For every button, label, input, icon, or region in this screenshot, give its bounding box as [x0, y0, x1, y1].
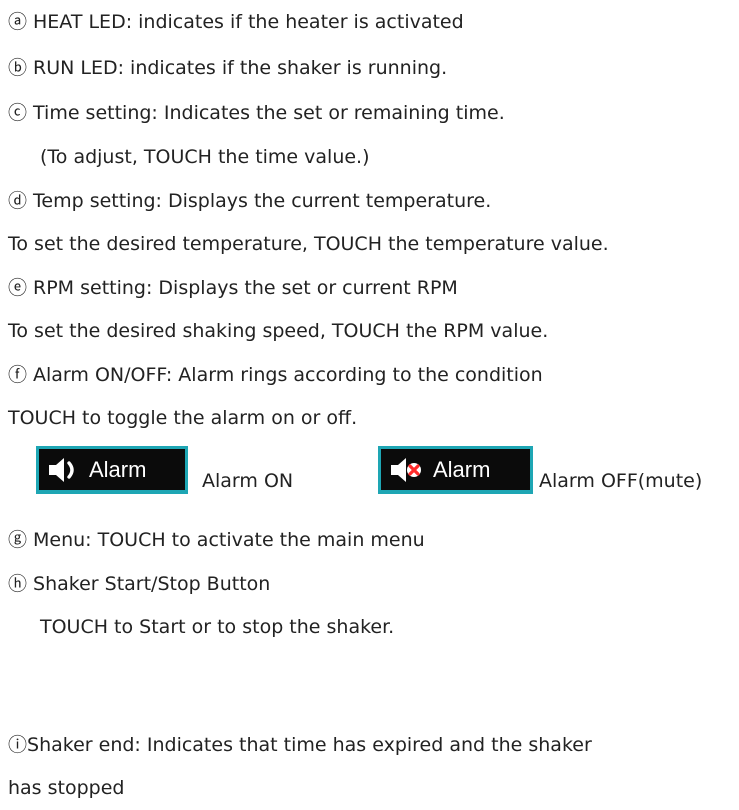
item-alarm: ⓕ Alarm ON/OFF: Alarm rings according to …: [8, 363, 543, 387]
item-text: has stopped: [8, 777, 125, 799]
item-alarm-note: TOUCH to toggle the alarm on or off.: [8, 406, 357, 430]
item-text: Alarm ON/OFF: Alarm rings according to t…: [33, 364, 543, 386]
item-start-stop-note: TOUCH to Start or to stop the shaker.: [40, 615, 394, 639]
marker-f: ⓕ: [8, 364, 28, 386]
alarm-on-caption: Alarm ON: [202, 470, 294, 492]
alarm-off-button-label: Alarm: [433, 456, 491, 482]
item-text: HEAT LED: indicates if the heater is act…: [33, 11, 464, 33]
alarm-off-caption: Alarm OFF(mute): [539, 470, 703, 492]
marker-g: ⓖ: [8, 529, 28, 551]
item-text: TOUCH to toggle the alarm on or off.: [8, 407, 358, 429]
item-shaker-end-cont: has stopped: [8, 776, 124, 800]
item-text: To set the desired shaking speed, TOUCH …: [8, 320, 549, 342]
marker-a: ⓐ: [8, 11, 28, 33]
item-text: To set the desired temperature, TOUCH th…: [8, 233, 609, 255]
item-menu: ⓖ Menu: TOUCH to activate the main menu: [8, 528, 425, 552]
speaker-muted-icon: [391, 457, 421, 482]
item-text: Time setting: Indicates the set or remai…: [33, 102, 505, 124]
item-run-led: ⓑ RUN LED: indicates if the shaker is run…: [8, 56, 447, 80]
item-shaker-end: ⓘShaker end: Indicates that time has exp…: [8, 733, 592, 757]
item-text: (To adjust, TOUCH the time value.): [40, 146, 370, 168]
marker-d: ⓓ: [8, 190, 28, 212]
alarm-on-button[interactable]: Alarm: [36, 446, 188, 494]
item-text: RUN LED: indicates if the shaker is runn…: [33, 57, 448, 79]
item-rpm-setting: ⓔ RPM setting: Displays the set or curren…: [8, 276, 458, 300]
item-temp-note: To set the desired temperature, TOUCH th…: [8, 232, 609, 256]
item-text: Shaker end: Indicates that time has expi…: [27, 734, 592, 756]
marker-c: ⓒ: [8, 102, 28, 124]
item-heat-led: ⓐ HEAT LED: indicates if the heater is ac…: [8, 10, 464, 34]
item-time-note: (To adjust, TOUCH the time value.): [40, 145, 370, 169]
item-start-stop: ⓗ Shaker Start/Stop Button: [8, 572, 270, 596]
alarm-on-button-label: Alarm: [89, 456, 147, 482]
item-text: Temp setting: Displays the current tempe…: [33, 190, 492, 212]
marker-h: ⓗ: [8, 573, 28, 595]
item-rpm-note: To set the desired shaking speed, TOUCH …: [8, 319, 548, 343]
speaker-on-icon: [49, 457, 74, 482]
item-time-setting: ⓒ Time setting: Indicates the set or rema…: [8, 101, 505, 125]
marker-i: ⓘ: [8, 734, 28, 756]
item-temp-setting: ⓓ Temp setting: Displays the current temp…: [8, 189, 491, 213]
item-text: Menu: TOUCH to activate the main menu: [33, 529, 425, 551]
item-text: TOUCH to Start or to stop the shaker.: [40, 616, 395, 638]
alarm-off-button[interactable]: Alarm: [378, 446, 533, 494]
item-text: Shaker Start/Stop Button: [33, 573, 271, 595]
marker-b: ⓑ: [8, 57, 28, 79]
item-text: RPM setting: Displays the set or current…: [33, 277, 458, 299]
marker-e: ⓔ: [8, 277, 28, 299]
